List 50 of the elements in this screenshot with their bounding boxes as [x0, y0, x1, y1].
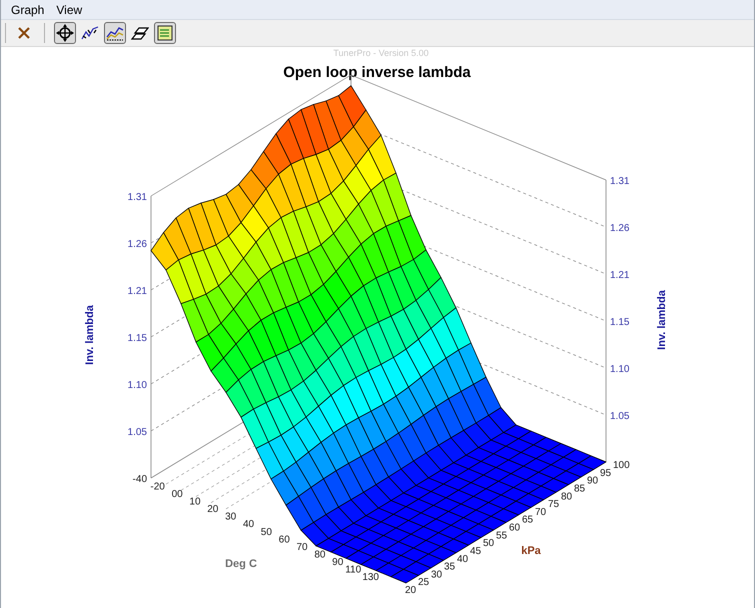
- tick-label: 85: [574, 483, 586, 494]
- tick-label: 60: [278, 534, 290, 546]
- tick-label: 1.31: [610, 176, 630, 187]
- tick-label: 90: [587, 476, 598, 487]
- tick-label: 75: [548, 499, 560, 510]
- tick-label: 110: [345, 564, 362, 576]
- axis-label: kPa: [521, 545, 541, 557]
- tick-label: 1.26: [128, 239, 147, 250]
- tick-label: 45: [470, 546, 482, 557]
- tick-label: 1.10: [610, 364, 630, 375]
- tick-label: 130: [362, 572, 379, 583]
- tick-label: 1.26: [610, 223, 630, 234]
- tick-label: 70: [296, 542, 308, 553]
- tick-label: 35: [444, 562, 456, 573]
- tick-label: 30: [431, 569, 442, 580]
- tick-label: 80: [314, 549, 326, 560]
- tick-label: 50: [260, 526, 272, 538]
- axis-label: Inv. lambda: [84, 305, 96, 365]
- tick-label: 00: [172, 489, 183, 500]
- tick-label: 50: [483, 538, 494, 550]
- tick-label: 100: [613, 460, 630, 471]
- tick-label: 80: [561, 491, 572, 502]
- tick-label: 70: [535, 506, 546, 518]
- tick-label: 90: [332, 556, 344, 568]
- tick-label: -20: [150, 482, 165, 493]
- tick-label: 1.31: [128, 192, 147, 203]
- tick-label: -40: [132, 474, 147, 485]
- tick-label: 20: [207, 504, 218, 516]
- tick-label: 1.05: [128, 427, 147, 438]
- tick-label: 1.15: [128, 333, 147, 344]
- tick-label: 40: [242, 519, 254, 530]
- menu-item[interactable]: Graph: [5, 4, 50, 16]
- tick-label: 60: [509, 522, 520, 534]
- tick-label: 40: [457, 554, 468, 565]
- tick-label: 1.05: [610, 411, 630, 422]
- tick-label: 25: [418, 577, 430, 588]
- tick-label: 10: [189, 496, 201, 508]
- tick-label: 1.10: [128, 380, 147, 391]
- menu-item[interactable]: View: [50, 4, 88, 16]
- tick-label: 55: [496, 530, 508, 542]
- tick-label: 1.21: [610, 270, 630, 281]
- tick-label: 1.21: [128, 286, 147, 297]
- tick-label: 95: [600, 468, 612, 479]
- axis-label: Deg C: [225, 558, 257, 570]
- tick-label: 30: [225, 512, 236, 523]
- axis-label: Inv. lambda: [656, 290, 668, 350]
- tick-label: 20: [405, 585, 416, 596]
- tick-label: 1.15: [610, 317, 630, 328]
- tick-label: 65: [522, 514, 534, 526]
- chart-title: Open loop inverse lambda: [283, 64, 471, 81]
